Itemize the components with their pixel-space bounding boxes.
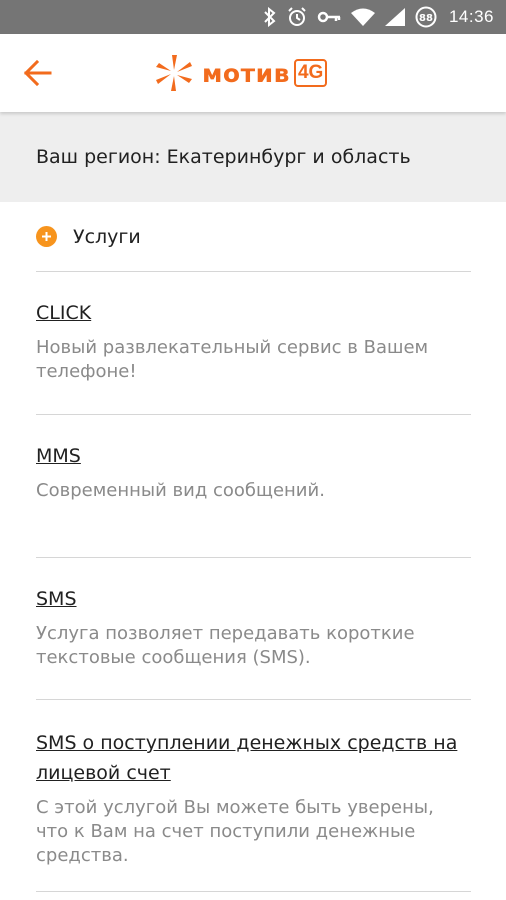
motiv-logo: мотив 4G	[154, 51, 328, 95]
logo-text: мотив	[202, 58, 290, 88]
region-banner[interactable]: Ваш регион: Екатеринбург и область	[0, 112, 506, 202]
service-title-link[interactable]: SMS о поступлении денежных средств на ли…	[36, 728, 471, 788]
status-time: 14:36	[448, 7, 494, 26]
logo-star-icon	[156, 55, 192, 91]
signal-icon	[384, 8, 405, 26]
list-item: SMS о поступлении денежных средств на ли…	[36, 700, 471, 892]
region-text: Ваш регион: Екатеринбург и область	[36, 146, 411, 168]
list-item: SMS Услуга позволяет передавать короткие…	[36, 558, 471, 700]
list-item: MMS Современный вид сообщений.	[36, 415, 471, 558]
status-bar: 88 14:36	[0, 0, 506, 34]
service-description: С этой услугой Вы можете быть уверены, ч…	[36, 797, 434, 866]
battery-icon: 88	[415, 6, 437, 28]
plus-circle-icon	[36, 226, 57, 247]
service-title-link[interactable]: MMS	[36, 441, 81, 471]
bluetooth-icon	[263, 6, 277, 28]
section-label: Услуги	[73, 225, 141, 248]
service-title-link[interactable]: SMS	[36, 584, 77, 614]
services-section-header[interactable]: Услуги	[36, 202, 471, 272]
back-arrow-icon[interactable]	[22, 58, 54, 88]
app-bar: мотив 4G	[0, 34, 506, 112]
service-description: Услуга позволяет передавать короткие тек…	[36, 623, 415, 668]
logo-badge: 4G	[293, 59, 328, 87]
wifi-icon	[350, 8, 375, 26]
service-title-link[interactable]: CLICK	[36, 298, 91, 328]
services-list: Услуги CLICK Новый развлекательный серви…	[36, 202, 471, 892]
svg-text:88: 88	[419, 13, 433, 24]
list-item: CLICK Новый развлекательный сервис в Ваш…	[36, 272, 471, 415]
service-description: Новый развлекательный сервис в Вашем тел…	[36, 337, 429, 382]
alarm-icon	[287, 7, 307, 27]
service-description: Современный вид сообщений.	[36, 480, 325, 501]
key-icon	[317, 10, 341, 24]
